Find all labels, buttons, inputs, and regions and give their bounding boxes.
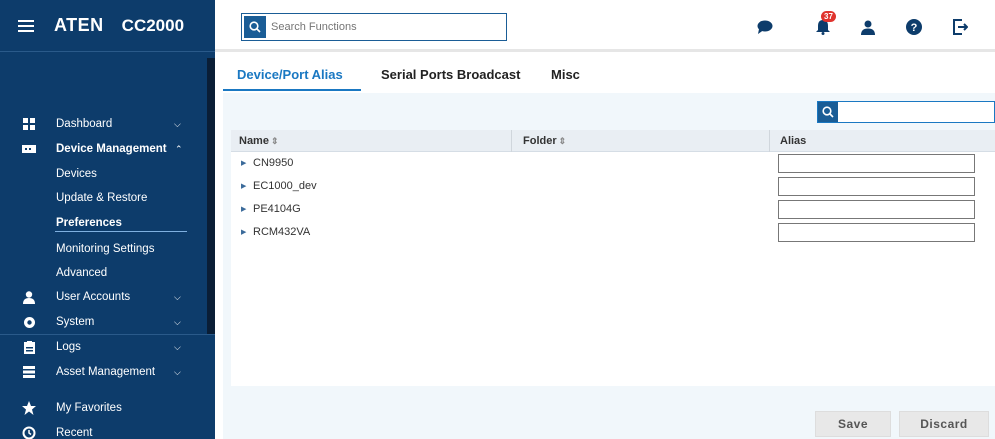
sidebar-item-devices[interactable]: Devices [0,162,205,186]
function-search [241,13,507,41]
active-item-indicator [55,231,187,232]
device-name: CN9950 [253,157,294,169]
alias-panel: Name ⇕ Folder ⇕ Alias ▶ CN9950 ▶ EC1000_de… [223,93,995,439]
alias-input[interactable] [778,223,975,242]
star-icon [22,401,36,415]
alias-input[interactable] [778,154,975,173]
model-name: CC2000 [121,15,185,35]
chevron-up-icon: ⌃ [175,143,183,154]
expand-icon[interactable]: ▶ [241,205,246,213]
chat-icon[interactable] [755,17,775,37]
top-bar: 37 ? [215,0,995,52]
sidebar-item-label: User Accounts [56,291,131,303]
column-label: Name [239,135,269,147]
sidebar-item-label: Asset Management [56,366,156,378]
sidebar: ATEN CC2000 Dashboard ⌵ Device Managemen… [0,0,215,439]
user-profile-icon[interactable] [858,17,878,37]
sort-icon: ⇕ [270,136,279,146]
brand-bar: ATEN CC2000 [0,0,215,52]
menu-icon[interactable] [18,19,34,32]
sidebar-item-dashboard[interactable]: Dashboard ⌵ [0,112,205,136]
sidebar-item-label: Monitoring Settings [56,243,155,255]
table-row: ▶ PE4104G [231,199,995,222]
expand-icon[interactable]: ▶ [241,182,246,190]
column-separator[interactable] [769,130,770,152]
sidebar-item-label: Dashboard [56,118,113,130]
sidebar-item-my-favorites[interactable]: My Favorites [0,396,205,420]
aten-logo: ATEN [54,15,104,35]
chevron-down-icon: ⌵ [174,316,181,327]
chevron-down-icon: ⌵ [174,291,181,302]
tab-device-port-alias[interactable]: Device/Port Alias [237,67,343,82]
sidebar-item-update-restore[interactable]: Update & Restore [0,186,205,210]
history-icon [22,426,36,439]
sidebar-item-logs[interactable]: Logs ⌵ [0,335,205,359]
clipboard-icon [22,340,36,354]
sidebar-item-label: My Favorites [56,402,122,414]
help-icon[interactable]: ? [904,17,924,37]
user-icon [22,290,36,304]
sidebar-item-label: Devices [56,168,97,180]
device-name: EC1000_dev [253,180,317,192]
column-separator[interactable] [511,130,512,152]
sidebar-item-label: Update & Restore [56,192,148,204]
logout-icon[interactable] [950,17,970,37]
notifications-button[interactable]: 37 [813,11,836,37]
expand-icon[interactable]: ▶ [241,228,246,236]
sort-icon: ⇕ [558,136,567,146]
device-name: PE4104G [253,203,301,215]
sidebar-item-label: Recent [56,427,93,439]
notification-badge: 37 [821,11,836,22]
tab-misc[interactable]: Misc [551,67,580,82]
table-header: Name ⇕ Folder ⇕ Alias [231,130,995,152]
gear-icon [22,315,36,329]
chevron-down-icon: ⌵ [174,366,181,377]
sidebar-item-label: System [56,316,95,328]
expand-icon[interactable]: ▶ [241,159,246,167]
sidebar-scrollbar[interactable] [207,58,215,334]
search-icon[interactable] [244,16,266,38]
device-table: Name ⇕ Folder ⇕ Alias ▶ CN9950 ▶ EC1000_de… [231,130,995,386]
device-icon [22,142,36,156]
sidebar-item-user-accounts[interactable]: User Accounts ⌵ [0,285,205,309]
sidebar-item-label: Device Management [56,143,167,155]
table-row: ▶ CN9950 [231,153,995,176]
sidebar-item-recent[interactable]: Recent [0,421,205,439]
dashboard-icon [22,117,36,131]
sidebar-item-label: Logs [56,341,81,353]
sidebar-divider [0,334,215,335]
search-icon[interactable] [818,102,838,122]
save-button[interactable]: Save [815,411,891,437]
table-row: ▶ EC1000_dev [231,176,995,199]
sidebar-item-device-management[interactable]: Device Management ⌃ [0,137,205,161]
sidebar-item-system[interactable]: System ⌵ [0,310,205,334]
sidebar-item-label: Advanced [56,267,108,279]
sidebar-item-advanced[interactable]: Advanced [0,261,205,285]
discard-button[interactable]: Discard [899,411,989,437]
alias-input[interactable] [778,177,975,196]
main-content: Device/Port Alias Serial Ports Broadcast… [215,55,995,439]
table-search[interactable] [817,101,995,123]
table-row: ▶ RCM432VA [231,222,995,245]
column-header-folder[interactable]: Folder ⇕ [523,135,566,147]
tab-serial-ports-broadcast[interactable]: Serial Ports Broadcast [381,67,520,82]
chevron-down-icon: ⌵ [174,341,181,352]
tab-bar: Device/Port Alias Serial Ports Broadcast… [223,55,995,91]
app-window: ATEN CC2000 Dashboard ⌵ Device Managemen… [0,0,995,439]
active-tab-indicator [223,89,361,91]
alias-input[interactable] [778,200,975,219]
column-label: Folder [523,135,557,147]
sidebar-item-asset-management[interactable]: Asset Management ⌵ [0,360,205,384]
column-header-name[interactable]: Name ⇕ [239,135,279,147]
sidebar-item-label: Preferences [56,217,122,229]
sidebar-item-monitoring-settings[interactable]: Monitoring Settings [0,237,205,261]
column-header-alias: Alias [780,135,807,147]
server-icon [22,365,36,379]
search-input[interactable] [271,21,501,33]
chevron-down-icon: ⌵ [174,118,181,129]
svg-text:?: ? [911,22,918,34]
device-name: RCM432VA [253,226,311,238]
